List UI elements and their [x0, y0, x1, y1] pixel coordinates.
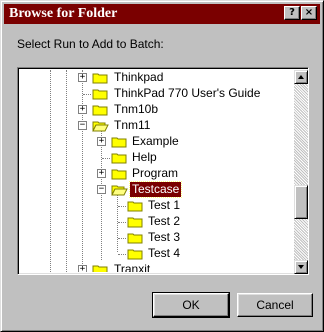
folder-icon [92, 73, 108, 84]
tree-view[interactable]: + Thinkpad ThinkPad 770 User's Guide + T… [20, 70, 292, 272]
folder-icon [127, 249, 143, 260]
prompt-label: Select Run to Add to Batch: [17, 37, 164, 51]
tree-item[interactable]: Test 4 [20, 246, 292, 262]
tree-item-label: ThinkPad 770 User's Guide [114, 86, 261, 100]
open-folder-icon [111, 185, 128, 196]
tree-guide-line [118, 222, 126, 223]
tree-item-label: Test 1 [148, 198, 181, 212]
tree-item-label: Tnm10b [114, 102, 159, 116]
help-button[interactable]: ? [284, 6, 300, 20]
tree-item-label: Tnm11 [114, 118, 151, 132]
tree-item-label: Test 2 [148, 214, 181, 228]
scroll-up-button[interactable] [294, 70, 308, 84]
tree-item[interactable]: ThinkPad 770 User's Guide [20, 86, 292, 102]
scroll-thumb[interactable] [294, 185, 308, 219]
folder-icon [127, 233, 143, 244]
folder-icon [111, 137, 127, 148]
folder-tree[interactable]: + Thinkpad ThinkPad 770 User's Guide + T… [17, 67, 309, 275]
folder-icon [127, 201, 143, 212]
ok-button[interactable]: OK [152, 292, 230, 318]
tree-item[interactable]: + Thinkpad [20, 70, 292, 86]
scroll-up-arrow-icon [298, 75, 304, 79]
tree-item[interactable]: Test 1 [20, 198, 292, 214]
folder-icon [92, 105, 108, 116]
collapse-toggle[interactable]: − [97, 185, 106, 194]
tree-item-label: Program [132, 166, 179, 180]
folder-icon [111, 169, 127, 180]
tree-item[interactable]: Test 3 [20, 230, 292, 246]
folder-icon [92, 89, 108, 100]
expand-toggle[interactable]: + [97, 169, 106, 178]
tree-item-label: Example [132, 134, 179, 148]
folder-icon [127, 217, 143, 228]
tree-item-label: Testcase [128, 181, 183, 198]
title-bar[interactable]: Browse for Folder ? × [4, 4, 320, 24]
close-button[interactable]: × [301, 6, 317, 20]
vertical-scrollbar[interactable] [294, 70, 308, 274]
tree-item-selected[interactable]: − Testcase [20, 181, 292, 198]
window-title: Browse for Folder [9, 6, 118, 21]
tree-guide-line [83, 94, 91, 95]
tree-item[interactable]: + Tnm10b [20, 102, 292, 118]
cancel-button[interactable]: Cancel [237, 293, 313, 317]
expand-toggle[interactable]: + [78, 73, 87, 82]
tree-guide-line [118, 254, 126, 255]
tree-item-label: Test 4 [148, 246, 181, 260]
tree-item-label: Thinkpad [114, 70, 164, 84]
expand-toggle[interactable]: + [97, 137, 106, 146]
tree-guide-line [118, 238, 126, 239]
tree-guide-line [102, 158, 110, 159]
tree-item[interactable]: Test 2 [20, 214, 292, 230]
tree-guide-line [118, 206, 126, 207]
browse-for-folder-dialog: Browse for Folder ? × Select Run to Add … [0, 0, 324, 332]
tree-item[interactable]: − Tnm11 [20, 118, 292, 134]
scroll-down-button[interactable] [294, 260, 308, 274]
scroll-down-arrow-icon [298, 265, 304, 269]
tree-item[interactable]: Help [20, 150, 292, 166]
tree-item-label: Help [132, 150, 157, 164]
tree-item[interactable]: + Program [20, 166, 292, 182]
tree-item-label: Test 3 [148, 230, 181, 244]
tree-item[interactable]: + Tranxit [20, 262, 292, 272]
expand-toggle[interactable]: + [78, 265, 87, 272]
tree-item-label: Tranxit [114, 262, 151, 272]
tree-item[interactable]: + Example [20, 134, 292, 150]
expand-toggle[interactable]: + [78, 105, 87, 114]
collapse-toggle[interactable]: − [78, 121, 87, 130]
folder-icon [111, 153, 127, 164]
open-folder-icon [92, 121, 109, 132]
folder-icon [92, 265, 108, 272]
